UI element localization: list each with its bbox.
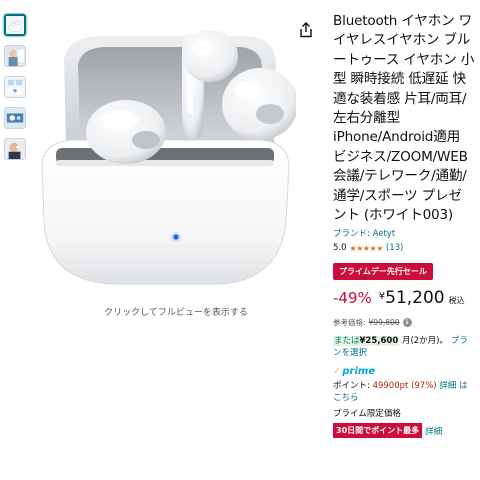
reference-label: 参考価格: <box>333 318 366 328</box>
prime-logo: prime <box>342 366 376 378</box>
installment-suffix: 月(2か月)。 <box>401 336 448 347</box>
product-main-image[interactable] <box>34 14 296 300</box>
product-info: Bluetooth イヤホン ワイヤレスイヤホン ブルートゥース イヤホン 小型… <box>333 12 475 439</box>
reference-price-row: 参考価格: ¥99,800 i <box>333 317 475 328</box>
points-badge-row: 30日間でポイント最多 詳細 <box>333 423 475 439</box>
thumbnail-strip <box>4 14 30 169</box>
product-title: Bluetooth イヤホン ワイヤレスイヤホン ブルートゥース イヤホン 小型… <box>333 13 475 224</box>
rating-row[interactable]: 5.0 ★★★★★ (13) <box>333 243 475 253</box>
installment-amount: ¥25,600 <box>359 336 399 347</box>
thumbnail-4[interactable] <box>4 107 26 129</box>
points-row: ポイント: 49900pt (97%) 詳細 はこちら <box>333 380 475 404</box>
installment-prefix: または <box>334 336 360 347</box>
points-percent: (97%) <box>411 381 437 392</box>
discount-percent: -49% <box>333 289 372 308</box>
earbuds-case-illustration <box>41 30 296 285</box>
price-amount: 51,200 <box>385 288 445 309</box>
points-badge: 30日間でポイント最多 <box>333 423 423 439</box>
thumbnail-1[interactable] <box>4 14 26 36</box>
points-detail-link[interactable]: 詳細 <box>439 381 456 391</box>
points-value: 49900pt <box>372 381 409 392</box>
rating-value: 5.0 <box>333 243 347 254</box>
info-icon[interactable]: i <box>402 318 412 328</box>
prime-limited-label: プライム限定価格 <box>333 409 401 420</box>
reference-price: ¥99,800 <box>368 318 400 328</box>
prime-check-icon: ✓ <box>333 366 342 378</box>
tax-label: 税込 <box>448 296 465 306</box>
price-row: -49% ¥ 51,200 税込 <box>333 288 475 308</box>
thumbnail-5[interactable] <box>4 138 26 160</box>
points-label: ポイント: <box>333 381 370 392</box>
currency-symbol: ¥ <box>378 291 386 303</box>
share-icon[interactable] <box>299 22 313 38</box>
prime-badge: ✓ prime <box>333 366 475 377</box>
points-badge-detail-link[interactable]: 詳細 <box>425 425 442 437</box>
installment-row: または¥25,600 月(2か月)。 プランを選択 <box>333 335 475 359</box>
brand-link[interactable]: ブランド: Aetyt <box>333 227 475 239</box>
installment-highlight: または¥25,600 <box>333 336 400 347</box>
deal-badge: プライムデー先行セール <box>333 263 433 281</box>
zoom-hint[interactable]: クリックしてフルビューを表示する <box>0 305 352 318</box>
thumbnail-2[interactable] <box>4 45 26 67</box>
rating-count-link[interactable]: (13) <box>386 243 403 253</box>
star-rating-icon[interactable]: ★★★★★ <box>350 244 384 253</box>
thumbnail-3[interactable] <box>4 76 26 98</box>
